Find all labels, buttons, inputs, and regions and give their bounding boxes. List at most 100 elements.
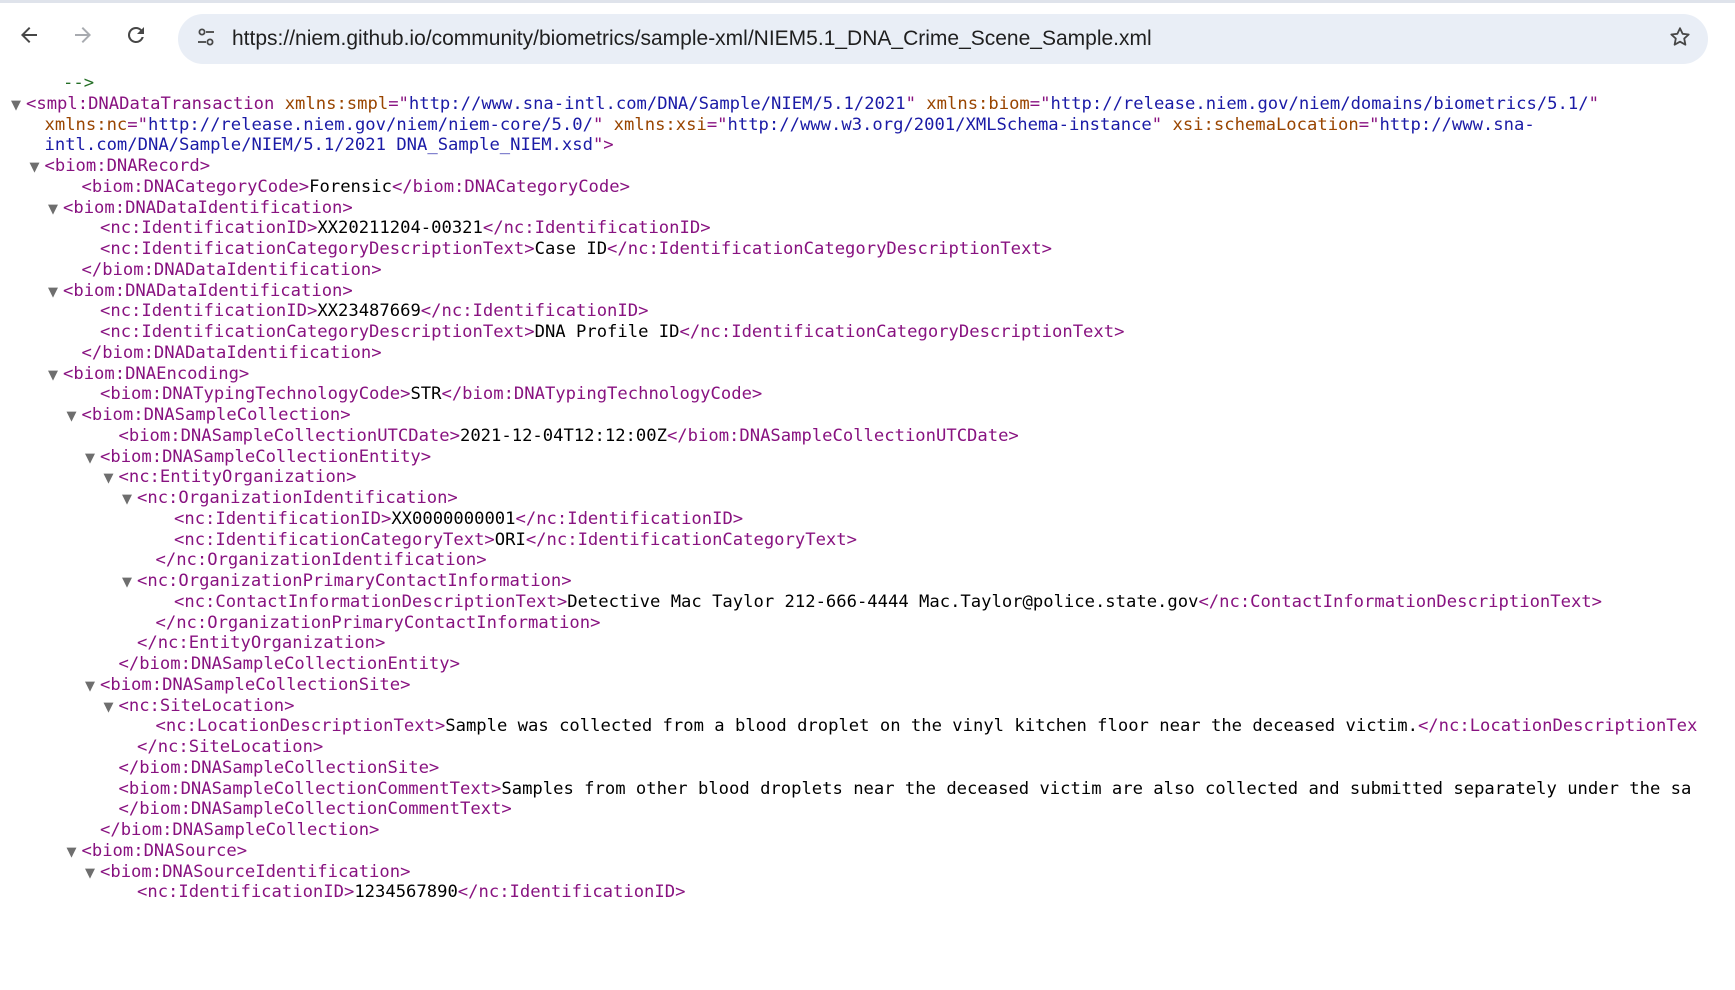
tune-icon — [194, 25, 218, 54]
collapse-triangle-icon[interactable]: ▼ — [62, 841, 82, 864]
xml-tag: </nc:SiteLocation> — [137, 737, 324, 757]
xml-line: </biom:DNASampleCollection> — [80, 819, 379, 842]
xml-text: Forensic — [309, 176, 392, 197]
xml-tag: " — [905, 93, 927, 114]
xml-line: </nc:OrganizationIdentification> — [136, 549, 487, 572]
xml-line: ▼ <biom:DNADataIdentification> — [43, 280, 353, 303]
xml-line: <nc:IdentificationCategoryText>ORI</nc:I… — [154, 529, 857, 552]
xml-tag: <biom:DNASampleCollectionEntity> — [100, 446, 432, 467]
xml-tag: </biom:DNADataIdentification> — [81, 342, 382, 363]
address-bar[interactable]: https://niem.github.io/community/biometr… — [178, 14, 1708, 64]
xml-tag: "> — [592, 135, 614, 156]
collapse-triangle-icon[interactable]: ▼ — [43, 364, 63, 387]
xml-tag: </nc:IdentificationID> — [457, 882, 686, 903]
collapse-triangle-icon[interactable]: ▼ — [62, 405, 82, 428]
xml-tag: =" — [706, 114, 728, 135]
xml-tag: " — [1588, 93, 1599, 114]
xml-line: </biom:DNASampleCollectionSite> — [99, 757, 440, 780]
xml-tag: <biom:DNACategoryCode> — [81, 176, 310, 197]
xml-tag: <nc:IdentificationID> — [100, 218, 318, 239]
xml-tag: </nc:IdentificationID> — [515, 508, 744, 529]
xml-line: ▼ <biom:DNASampleCollectionEntity> — [80, 446, 431, 469]
forward-button[interactable] — [63, 17, 103, 57]
xml-tag: =" — [388, 93, 409, 114]
xml-tag: </nc:IdentificationCategoryDescriptionTe… — [679, 322, 1125, 342]
collapse-triangle-icon[interactable]: ▼ — [25, 156, 45, 179]
xml-tag: <nc:IdentificationID> — [174, 508, 392, 529]
xml-line: <biom:DNATypingTechnologyCode>STR</biom:… — [80, 383, 762, 406]
xml-line: intl.com/DNA/Sample/NIEM/5.1/2021 DNA_Sa… — [25, 134, 614, 157]
xml-tag: </nc:EntityOrganization> — [137, 633, 386, 654]
xml-attr-name: xmlns:nc — [44, 114, 128, 135]
xml-tag: </biom:DNADataIdentification> — [81, 259, 382, 280]
xml-text: Detective Mac Taylor 212-666-4444 Mac.Ta… — [567, 591, 1199, 612]
collapse-triangle-icon[interactable]: ▼ — [99, 467, 119, 490]
collapse-triangle-icon[interactable]: ▼ — [6, 94, 26, 117]
collapse-triangle-icon[interactable]: ▼ — [43, 281, 63, 304]
xml-line: <biom:DNASampleCollectionCommentText>Sam… — [99, 778, 1692, 801]
xml-tag: <biom:DNASampleCollectionUTCDate> — [118, 425, 460, 446]
bookmark-button[interactable] — [1662, 21, 1698, 57]
xml-attr-name: xmlns:xsi — [613, 114, 707, 135]
xml-attr-name: xsi:schemaLocation — [1172, 114, 1359, 135]
site-info-button[interactable] — [188, 21, 224, 57]
xml-text: Samples from other blood droplets near t… — [501, 778, 1692, 799]
xml-line: <nc:IdentificationID>XX23487669</nc:Iden… — [80, 300, 648, 323]
xml-line: <nc:LocationDescriptionText>Sample was c… — [136, 715, 1698, 738]
xml-tag: <nc:IdentificationID> — [100, 301, 318, 322]
xml-line: <nc:IdentificationID>XX0000000001</nc:Id… — [154, 508, 743, 531]
xml-text: ORI — [494, 529, 526, 550]
xml-tag: <nc:IdentificationID> — [137, 882, 355, 903]
xml-attr-value: http://www.sna-intl.com/DNA/Sample/NIEM/… — [408, 93, 906, 114]
xml-line: <nc:IdentificationCategoryDescriptionTex… — [80, 321, 1124, 344]
xml-tag: " — [1151, 114, 1173, 135]
xml-line: </biom:DNASampleCollectionCommentText> — [99, 798, 512, 821]
xml-line: </nc:EntityOrganization> — [117, 632, 385, 655]
xml-tag: <nc:OrganizationPrimaryContactInformatio… — [137, 571, 572, 591]
collapse-triangle-icon[interactable]: ▼ — [80, 675, 100, 698]
xml-line: <nc:IdentificationCategoryDescriptionTex… — [80, 238, 1052, 261]
back-button[interactable] — [9, 17, 49, 57]
xml-line: --> — [43, 72, 94, 95]
xml-line: </nc:OrganizationPrimaryContactInformati… — [136, 612, 601, 635]
collapse-triangle-icon[interactable]: ▼ — [80, 862, 100, 885]
xml-attr-name: xmlns:biom — [926, 93, 1030, 114]
xml-tag: </biom:DNASampleCollection> — [100, 820, 380, 840]
xml-line: ▼ <nc:OrganizationIdentification> — [117, 487, 458, 510]
collapse-triangle-icon[interactable]: ▼ — [43, 198, 63, 221]
xml-line: ▼ <nc:OrganizationPrimaryContactInformati… — [117, 570, 572, 593]
xml-text: XX0000000001 — [391, 508, 516, 529]
xml-tag: </biom:DNATypingTechnologyCode> — [441, 384, 763, 405]
xml-attr-value: http://www.w3.org/2001/XMLSchema-instanc… — [727, 114, 1152, 135]
xml-tag: <nc:ContactInformationDescriptionText> — [174, 591, 568, 612]
xml-tag: </nc:IdentificationID> — [420, 301, 649, 322]
xml-attr-value: http://release.niem.gov/niem/domains/bio… — [1050, 93, 1589, 114]
collapse-triangle-icon[interactable]: ▼ — [99, 696, 119, 719]
xml-text: 1234567890 — [354, 882, 458, 903]
xml-tag: </nc:LocationDescriptionTex — [1417, 716, 1698, 737]
xml-line: </biom:DNASampleCollectionEntity> — [99, 653, 460, 676]
xml-line: ▼ <biom:DNARecord> — [25, 155, 211, 178]
xml-line: ▼ <biom:DNASampleCollection> — [62, 404, 351, 427]
xml-text: XX20211204-00321 — [317, 218, 483, 239]
xml-line: </biom:DNADataIdentification> — [62, 259, 382, 282]
xml-line: <nc:IdentificationID>XX20211204-00321</n… — [80, 217, 711, 240]
xml-tag: </biom:DNASampleCollectionEntity> — [118, 654, 460, 674]
collapse-triangle-icon[interactable]: ▼ — [117, 571, 137, 594]
reload-button[interactable] — [116, 17, 156, 57]
xml-tag: </nc:IdentificationID> — [482, 218, 711, 239]
url-text[interactable]: https://niem.github.io/community/biometr… — [232, 27, 1152, 51]
xml-tag: <biom:DNADataIdentification> — [63, 197, 353, 218]
xml-tag: <biom:DNAEncoding> — [63, 363, 250, 384]
collapse-triangle-icon[interactable]: ▼ — [80, 447, 100, 470]
collapse-triangle-icon[interactable]: ▼ — [117, 488, 137, 511]
xml-tag: <nc:OrganizationIdentification> — [137, 488, 458, 508]
xml-tag: <biom:DNASource> — [81, 840, 248, 861]
xml-line: <nc:ContactInformationDescriptionText>De… — [154, 591, 1602, 614]
xml-attr-value: http://www.sna- — [1379, 114, 1535, 135]
xml-tag: </biom:DNACategoryCode> — [391, 176, 630, 197]
back-arrow-icon — [17, 23, 41, 52]
xml-tag: <nc:EntityOrganization> — [118, 467, 357, 488]
xml-tag: <nc:LocationDescriptionText> — [155, 716, 446, 737]
xml-line: ▼ <biom:DNASampleCollectionSite> — [80, 674, 410, 697]
